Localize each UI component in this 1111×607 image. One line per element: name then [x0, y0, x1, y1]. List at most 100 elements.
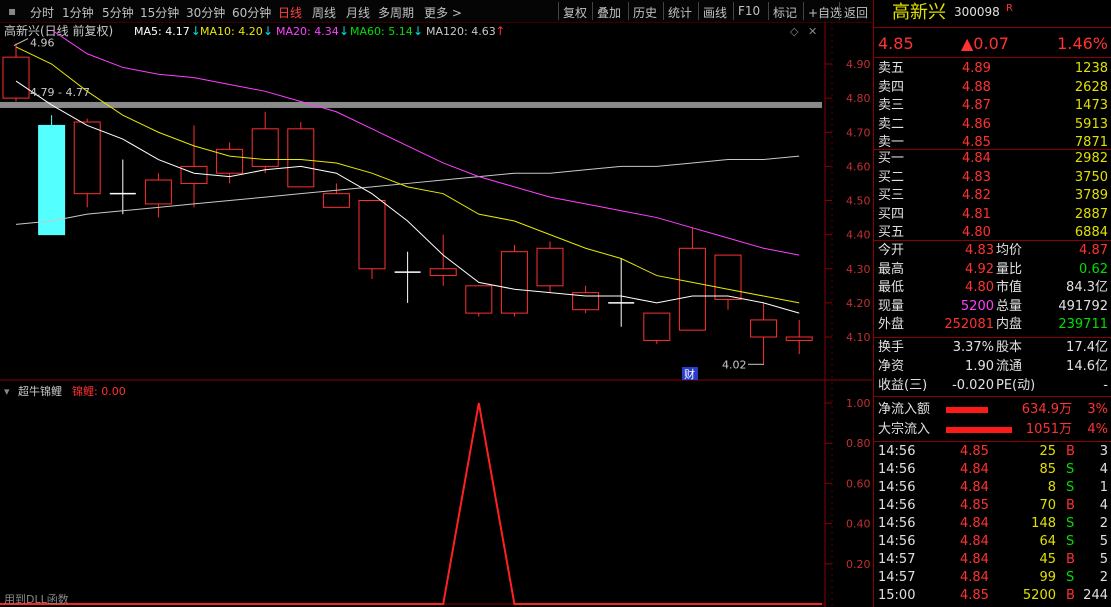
- fund-value: -0.020: [952, 378, 994, 393]
- candle-body[interactable]: [750, 319, 778, 338]
- stat-label: 量比: [996, 261, 1023, 277]
- period-tab-10[interactable]: 更多 >: [424, 4, 462, 21]
- tick-price: 4.84: [960, 462, 989, 477]
- stat-value: 239711: [1058, 317, 1108, 332]
- collapse-icon[interactable]: ▾: [4, 385, 10, 398]
- toolbar-action-7[interactable]: +自选: [808, 4, 842, 21]
- stat-label: 均价: [996, 243, 1023, 258]
- candle-body[interactable]: [322, 193, 350, 208]
- toolbar-action-5[interactable]: F10: [738, 4, 760, 18]
- candle-body[interactable]: [216, 148, 244, 174]
- price-tick-label: 4.80: [846, 92, 871, 105]
- tick-side: S: [1066, 570, 1075, 585]
- stat-value: 4.92: [965, 261, 994, 277]
- toolbar-action-4[interactable]: 画线: [703, 4, 727, 21]
- ask-volume: 2628: [1074, 79, 1108, 95]
- period-tab-4[interactable]: 30分钟: [186, 4, 225, 21]
- flow-pct: 4%: [1087, 422, 1108, 437]
- tick-volume: 8: [1047, 480, 1056, 495]
- bid-label: 买一: [878, 151, 905, 166]
- close-icon[interactable]: ✕: [808, 25, 817, 38]
- bid-row: 买四 4.81 2887: [874, 205, 1111, 224]
- diamond-icon[interactable]: ◇: [790, 25, 799, 38]
- sub-tick-label: 0.20: [846, 558, 871, 571]
- bid-label: 买二: [878, 169, 905, 185]
- tick-side: S: [1066, 462, 1075, 477]
- tick-time: 14:57: [878, 552, 916, 567]
- bid-price: 4.83: [962, 169, 991, 185]
- sub-tick-label: 1.00: [846, 397, 871, 410]
- ask-price: 4.86: [962, 116, 991, 132]
- tick-volume: 45: [1039, 552, 1056, 567]
- toolbar-action-1[interactable]: 叠加: [597, 4, 621, 21]
- flow-label: 大宗流入: [878, 422, 931, 437]
- sub-chart-value: 锦鲤: 0.00: [72, 384, 126, 398]
- period-tab-1[interactable]: 1分钟: [62, 4, 94, 21]
- candle-body[interactable]: [38, 124, 66, 236]
- toolbar-action-0[interactable]: 复权: [563, 4, 587, 21]
- flow-value: 634.9万: [1021, 402, 1072, 417]
- period-tab-2[interactable]: 5分钟: [102, 4, 134, 21]
- period-tab-3[interactable]: 15分钟: [140, 4, 179, 21]
- period-tab-9[interactable]: 多周期: [378, 4, 414, 21]
- period-tab-0[interactable]: 分时: [30, 4, 54, 21]
- ma-arrow-1: ↓: [263, 24, 273, 38]
- candle-body[interactable]: [251, 128, 279, 167]
- candle-body[interactable]: [73, 121, 101, 195]
- candle-body[interactable]: [2, 56, 30, 99]
- candle-body[interactable]: [144, 179, 172, 205]
- tick-price: 4.84: [960, 480, 989, 495]
- menu-icon[interactable]: ▪: [8, 4, 16, 18]
- stat-row: 最高 4.92 量比 0.62: [874, 260, 1111, 279]
- flow-row: 净流入额 634.9万 3%: [874, 400, 1111, 419]
- fund-value: 17.4亿: [1066, 340, 1108, 355]
- stat-label: 现量: [878, 298, 905, 314]
- price-tick-label: 4.10: [846, 331, 871, 344]
- candle-body[interactable]: [536, 247, 564, 287]
- period-tab-6[interactable]: 日线: [278, 4, 302, 21]
- toolbar-divider: [839, 2, 840, 20]
- flow-row: 大宗流入 1051万 4%: [874, 420, 1111, 439]
- candle-body[interactable]: [678, 247, 706, 331]
- fund-value: 1.90: [965, 359, 994, 374]
- stat-value: 491792: [1058, 298, 1108, 314]
- fundamental-row: 换手 3.37% 股本 17.4亿: [874, 338, 1111, 357]
- candle-body[interactable]: [714, 254, 742, 300]
- fund-label: 换手: [878, 340, 905, 355]
- flow-pct: 3%: [1087, 402, 1108, 417]
- ma-label-3: MA60: 5.14: [350, 25, 413, 38]
- period-tab-5[interactable]: 60分钟: [232, 4, 271, 21]
- tick-row: 14:56 4.84 64 S 5: [874, 532, 1111, 551]
- tick-row: 14:56 4.85 25 B 3: [874, 442, 1111, 461]
- last-price: 4.85: [878, 34, 914, 53]
- ask-row: 卖四 4.88 2628: [874, 78, 1111, 97]
- stat-row: 现量 5200 总量 491792: [874, 297, 1111, 316]
- candle-body[interactable]: [358, 200, 386, 270]
- stat-row: 最低 4.80 市值 84.3亿: [874, 278, 1111, 297]
- tick-count: 4: [1099, 462, 1108, 477]
- bid-row: 买一 4.84 2982: [874, 149, 1111, 168]
- period-tab-7[interactable]: 周线: [312, 4, 336, 21]
- tick-time: 14:56: [878, 480, 916, 495]
- period-tab-8[interactable]: 月线: [346, 4, 370, 21]
- toolbar-action-2[interactable]: 历史: [633, 4, 657, 21]
- candle-body[interactable]: [500, 251, 528, 314]
- candle-body[interactable]: [643, 312, 671, 341]
- stat-value: 4.83: [965, 243, 994, 258]
- bid-price: 4.81: [962, 206, 991, 222]
- candle-body[interactable]: [465, 285, 493, 314]
- fund-value: 3.37%: [952, 340, 994, 355]
- candle-body[interactable]: [785, 336, 813, 341]
- price-tick-label: 4.90: [846, 58, 871, 71]
- toolbar-action-3[interactable]: 统计: [668, 4, 692, 21]
- toolbar-action-6[interactable]: 标记: [773, 4, 797, 21]
- candle-body[interactable]: [429, 268, 457, 277]
- candle-body[interactable]: [180, 165, 208, 184]
- kline-chart-area[interactable]: 4.90 4.80 4.70 4.60 4.50 4.40 4.30 4.20 4.10 高新兴(…: [0, 22, 872, 607]
- toolbar-action-8[interactable]: 返回: [844, 4, 868, 21]
- stock-badge: R: [1006, 3, 1013, 14]
- candle-body[interactable]: [287, 128, 315, 188]
- price-change-pct: 1.46%: [1057, 34, 1108, 53]
- ma120-line: [15, 155, 800, 225]
- stat-label: 外盘: [878, 317, 905, 332]
